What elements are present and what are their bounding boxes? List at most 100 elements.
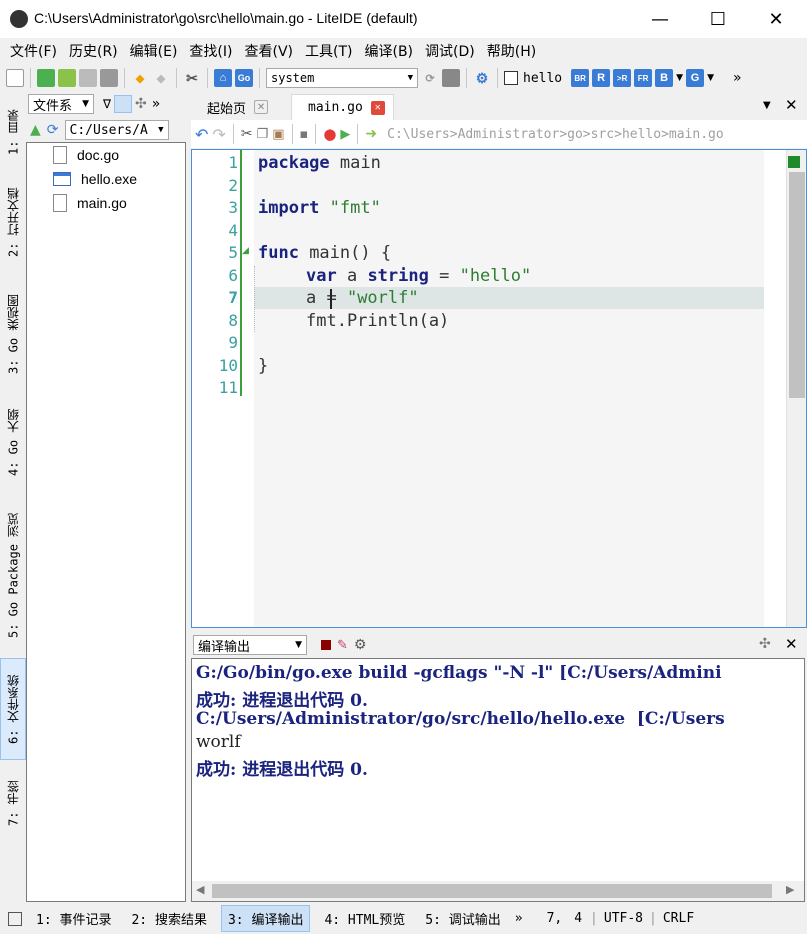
line-ending-label[interactable]: CRLF: [663, 911, 694, 926]
lock-icon[interactable]: ▪: [300, 127, 309, 142]
vertical-scrollbar[interactable]: [786, 150, 806, 627]
up-folder-icon[interactable]: ▲: [30, 122, 41, 138]
menu-help[interactable]: 帮助(H): [481, 41, 542, 61]
new-file-icon[interactable]: [6, 69, 24, 87]
home-icon[interactable]: ⌂: [214, 69, 232, 87]
status-tab-search-results[interactable]: 2: 搜索结果: [125, 906, 212, 931]
scroll-left-icon[interactable]: ◀: [196, 883, 204, 896]
float-panel-icon[interactable]: ✣: [759, 636, 771, 652]
back-icon[interactable]: ◆: [131, 69, 149, 87]
chevron-down-icon: ▼: [82, 99, 89, 109]
run-to-line-icon[interactable]: ▶: [340, 127, 350, 142]
filter-icon[interactable]: ∇: [103, 97, 111, 111]
close-editor-icon[interactable]: ✕: [785, 96, 798, 114]
minimize-button[interactable]: —: [631, 0, 689, 38]
menu-file[interactable]: 文件(F): [4, 41, 63, 61]
close-icon[interactable]: ✕: [254, 100, 269, 114]
horizontal-scrollbar[interactable]: ◀ ▶: [192, 881, 804, 901]
target-checkbox[interactable]: [504, 71, 518, 85]
menu-build[interactable]: 编译(B): [358, 41, 419, 61]
side-tab-class-view[interactable]: 3: Go 类视图: [0, 284, 26, 384]
side-tab-bookmarks[interactable]: 7: 书签: [0, 772, 26, 834]
side-tab-open-docs[interactable]: 2: 打开文档: [0, 176, 26, 268]
chevron-down-icon[interactable]: ▼: [676, 73, 683, 83]
menu-find[interactable]: 查找(I): [183, 41, 238, 61]
side-tab-outline[interactable]: 4: Go 大纲: [0, 400, 26, 484]
run-term-button[interactable]: >R: [613, 69, 632, 87]
output-select[interactable]: 编译输出 ▼: [193, 635, 307, 655]
code-text-area[interactable]: package main import "fmt" func main() { …: [254, 150, 764, 627]
copy-icon[interactable]: ❐: [257, 127, 269, 142]
side-tab-filesystem[interactable]: 6: 文件系统: [0, 658, 26, 760]
indent-guide: [254, 266, 255, 332]
tools-icon[interactable]: ✂: [183, 69, 201, 87]
toggle-panels-icon[interactable]: [8, 911, 22, 926]
status-overflow-button[interactable]: »: [515, 911, 523, 926]
save-icon[interactable]: [79, 69, 97, 87]
list-item[interactable]: doc.go: [27, 143, 185, 167]
forward-icon[interactable]: ◆: [152, 69, 170, 87]
file-run-button[interactable]: FR: [634, 69, 653, 87]
scrollbar-thumb[interactable]: [212, 884, 772, 898]
settings-gear-icon[interactable]: ⚙: [354, 637, 367, 653]
go-icon[interactable]: Go: [235, 69, 253, 87]
menu-edit[interactable]: 编辑(E): [124, 41, 184, 61]
settings-gear-icon[interactable]: ⚙: [473, 69, 491, 87]
stop-icon[interactable]: [321, 640, 331, 650]
float-panel-icon[interactable]: ✣: [135, 96, 147, 112]
cut-icon[interactable]: ✂: [241, 126, 253, 142]
build-button[interactable]: B: [655, 69, 674, 87]
encoding-label[interactable]: UTF-8: [604, 911, 643, 926]
edit-env-icon[interactable]: [442, 69, 460, 87]
maximize-button[interactable]: ☐: [689, 0, 747, 38]
panel-overflow-button[interactable]: »: [152, 96, 161, 112]
output-console[interactable]: G:/Go/bin/go.exe build -gcflags "-N -l" …: [191, 658, 805, 902]
go-button[interactable]: G: [686, 69, 705, 87]
tab-list-icon[interactable]: ▼: [763, 100, 771, 111]
environment-select[interactable]: system ▼: [266, 68, 418, 88]
toolbar-overflow-button[interactable]: »: [733, 70, 742, 86]
menu-debug[interactable]: 调试(D): [419, 41, 481, 61]
fold-marker-icon[interactable]: ◢: [242, 246, 249, 256]
menu-history[interactable]: 历史(R): [63, 41, 124, 61]
save-all-icon[interactable]: [100, 69, 118, 87]
code-editor[interactable]: 1 2 3 4 5 6 7 8 9 10 11 ◢ package main i…: [191, 149, 807, 628]
navigate-icon[interactable]: ➜: [365, 126, 377, 142]
scroll-right-icon[interactable]: ▶: [786, 883, 794, 896]
status-tab-events[interactable]: 1: 事件记录: [30, 906, 117, 931]
scrollbar-thumb[interactable]: [789, 172, 805, 398]
close-icon[interactable]: ✕: [370, 100, 385, 115]
menu-view[interactable]: 查看(V): [238, 41, 299, 61]
redo-icon[interactable]: ↷: [212, 125, 225, 144]
close-icon[interactable]: ✕: [785, 635, 798, 653]
side-tab-package-browser[interactable]: 5: Go Package 浏览: [0, 500, 26, 650]
undo-icon[interactable]: ↶: [195, 125, 208, 144]
line-number-gutter: 1 2 3 4 5 6 7 8 9 10 11 ◢: [192, 150, 254, 627]
status-tab-build-output[interactable]: 3: 编译输出: [220, 905, 311, 932]
list-item[interactable]: hello.exe: [27, 167, 185, 191]
chevron-down-icon[interactable]: ▼: [707, 73, 714, 83]
path-select[interactable]: C:/Users/A ▼: [64, 120, 169, 140]
tab-main-go[interactable]: main.go ✕: [291, 94, 394, 120]
list-item[interactable]: main.go: [27, 191, 185, 215]
side-tab-directory[interactable]: 1: 目录: [0, 100, 26, 164]
paste-icon[interactable]: ▣: [272, 127, 284, 142]
clear-output-icon[interactable]: ✎: [337, 638, 348, 653]
code-line: a = "worlf": [306, 288, 419, 308]
tab-start-page[interactable]: 起始页 ✕: [191, 94, 276, 120]
open-folder-icon[interactable]: [58, 69, 76, 87]
menu-tools[interactable]: 工具(T): [299, 41, 358, 61]
status-tab-debug-output[interactable]: 5: 调试输出: [419, 906, 506, 931]
status-tab-html-preview[interactable]: 4: HTML预览: [318, 906, 411, 931]
refresh-env-icon[interactable]: ⟳: [421, 69, 439, 87]
close-button[interactable]: ✕: [747, 0, 805, 38]
open-file-icon[interactable]: [37, 69, 55, 87]
sync-editor-icon[interactable]: [114, 95, 133, 113]
build-run-button[interactable]: BR: [571, 69, 590, 87]
file-path-breadcrumb[interactable]: C:\Users>Administrator>go>src>hello>main…: [387, 127, 724, 142]
panel-select[interactable]: 文件系 ▼: [28, 94, 94, 114]
refresh-icon[interactable]: ⟳: [47, 122, 59, 138]
run-button[interactable]: R: [592, 69, 611, 87]
breakpoint-icon[interactable]: ●: [323, 125, 336, 143]
toolbar-separator: [207, 68, 208, 88]
